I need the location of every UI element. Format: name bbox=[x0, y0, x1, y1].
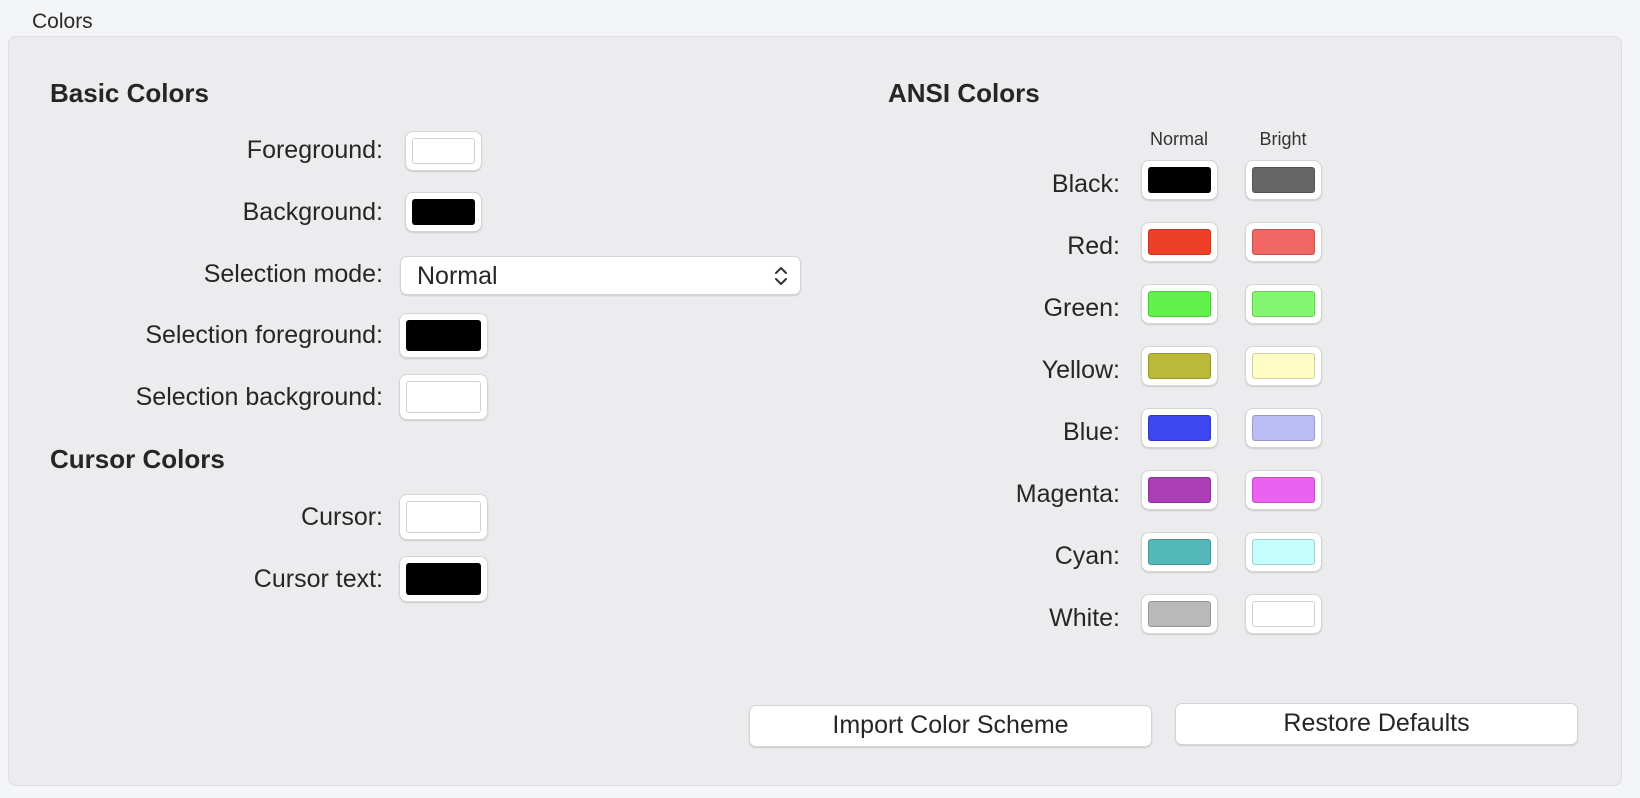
ansi-magenta-bright-swatch bbox=[1252, 477, 1315, 503]
ansi-black-label: Black: bbox=[1051, 170, 1120, 198]
ansi-red-normal-color-well[interactable] bbox=[1141, 222, 1218, 262]
ansi-blue-normal-swatch bbox=[1148, 415, 1211, 441]
ansi-cyan-label: Cyan: bbox=[1054, 542, 1120, 570]
ansi-white-bright-color-well[interactable] bbox=[1245, 594, 1322, 634]
selection-mode-select[interactable]: Normal bbox=[400, 256, 801, 295]
ansi-red-bright-color-well[interactable] bbox=[1245, 222, 1322, 262]
ansi-yellow-bright-color-well[interactable] bbox=[1245, 346, 1322, 386]
ansi-green-label: Green: bbox=[1043, 294, 1120, 322]
cursor-text-label: Cursor text: bbox=[253, 565, 383, 593]
cursor-swatch bbox=[406, 501, 481, 533]
cursor-text-color-well[interactable] bbox=[399, 556, 488, 602]
selection-foreground-color-well[interactable] bbox=[399, 313, 488, 358]
ansi-blue-label: Blue: bbox=[1063, 418, 1120, 446]
selection-background-swatch bbox=[406, 381, 481, 413]
ansi-black-normal-swatch bbox=[1148, 167, 1211, 193]
cursor-text-swatch bbox=[406, 563, 481, 595]
section-title: Colors bbox=[32, 10, 93, 33]
foreground-label: Foreground: bbox=[246, 136, 383, 164]
basic-colors-heading: Basic Colors bbox=[50, 78, 209, 108]
ansi-black-bright-swatch bbox=[1252, 167, 1315, 193]
ansi-green-normal-swatch bbox=[1148, 291, 1211, 317]
ansi-red-bright-swatch bbox=[1252, 229, 1315, 255]
ansi-red-normal-swatch bbox=[1148, 229, 1211, 255]
ansi-yellow-label: Yellow: bbox=[1041, 356, 1120, 384]
ansi-cyan-bright-color-well[interactable] bbox=[1245, 532, 1322, 572]
ansi-blue-normal-color-well[interactable] bbox=[1141, 408, 1218, 448]
ansi-green-bright-swatch bbox=[1252, 291, 1315, 317]
foreground-swatch bbox=[412, 138, 475, 164]
ansi-blue-bright-swatch bbox=[1252, 415, 1315, 441]
ansi-blue-bright-color-well[interactable] bbox=[1245, 408, 1322, 448]
bright-column-header: Bright bbox=[1259, 129, 1307, 149]
background-color-well[interactable] bbox=[405, 192, 482, 232]
chevron-up-down-icon bbox=[775, 267, 787, 285]
foreground-color-well[interactable] bbox=[405, 131, 482, 171]
ansi-magenta-bright-color-well[interactable] bbox=[1245, 470, 1322, 510]
ansi-cyan-bright-swatch bbox=[1252, 539, 1315, 565]
ansi-green-normal-color-well[interactable] bbox=[1141, 284, 1218, 324]
selection-background-color-well[interactable] bbox=[399, 374, 488, 420]
ansi-magenta-label: Magenta: bbox=[1015, 480, 1120, 508]
ansi-yellow-normal-swatch bbox=[1148, 353, 1211, 379]
ansi-green-bright-color-well[interactable] bbox=[1245, 284, 1322, 324]
ansi-colors-heading: ANSI Colors bbox=[888, 78, 1040, 108]
cursor-label: Cursor: bbox=[301, 503, 383, 531]
ansi-magenta-normal-swatch bbox=[1148, 477, 1211, 503]
selection-background-label: Selection background: bbox=[135, 383, 383, 411]
selection-foreground-label: Selection foreground: bbox=[145, 321, 383, 349]
ansi-red-label: Red: bbox=[1067, 232, 1120, 260]
ansi-white-bright-swatch bbox=[1252, 601, 1315, 627]
selection-mode-value: Normal bbox=[417, 262, 498, 290]
selection-foreground-swatch bbox=[406, 320, 481, 351]
ansi-white-label: White: bbox=[1049, 604, 1120, 632]
ansi-yellow-bright-swatch bbox=[1252, 353, 1315, 379]
normal-column-header: Normal bbox=[1149, 129, 1208, 149]
ansi-yellow-normal-color-well[interactable] bbox=[1141, 346, 1218, 386]
selection-mode-label: Selection mode: bbox=[203, 260, 383, 288]
import-color-scheme-button[interactable]: Import Color Scheme bbox=[749, 705, 1152, 747]
ansi-black-bright-color-well[interactable] bbox=[1245, 160, 1322, 200]
ansi-magenta-normal-color-well[interactable] bbox=[1141, 470, 1218, 510]
ansi-black-normal-color-well[interactable] bbox=[1141, 160, 1218, 200]
ansi-white-normal-swatch bbox=[1148, 601, 1211, 627]
restore-defaults-button[interactable]: Restore Defaults bbox=[1175, 703, 1578, 745]
cursor-color-well[interactable] bbox=[399, 494, 488, 540]
ansi-cyan-normal-swatch bbox=[1148, 539, 1211, 565]
ansi-cyan-normal-color-well[interactable] bbox=[1141, 532, 1218, 572]
background-swatch bbox=[412, 199, 475, 225]
background-label: Background: bbox=[242, 198, 383, 226]
cursor-colors-heading: Cursor Colors bbox=[50, 444, 225, 474]
ansi-white-normal-color-well[interactable] bbox=[1141, 594, 1218, 634]
